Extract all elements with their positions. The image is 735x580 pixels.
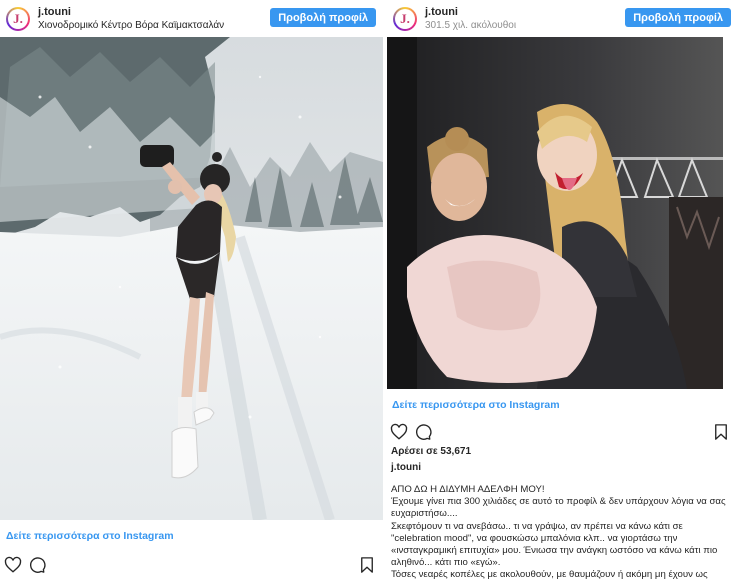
username-link[interactable]: j.touni bbox=[425, 6, 516, 19]
bookmark-icon[interactable] bbox=[358, 556, 376, 574]
action-bar bbox=[390, 423, 730, 443]
avatar-letter: J. bbox=[395, 8, 415, 29]
heart-icon[interactable] bbox=[390, 423, 408, 441]
avatar[interactable]: J. bbox=[6, 6, 30, 31]
action-bar bbox=[4, 556, 376, 576]
caption-line: Τόσες νεαρές κοπέλες με ακολουθούν, με θ… bbox=[391, 569, 708, 580]
view-profile-button[interactable]: Προβολή προφίλ bbox=[625, 8, 731, 27]
view-more-on-instagram-link[interactable]: Δείτε περισσότερα στο Instagram bbox=[392, 399, 560, 411]
comment-icon[interactable] bbox=[414, 423, 432, 441]
caption-line: Σκεφτόμουν τι να ανεβάσω.. τι να γράψω, … bbox=[391, 520, 718, 569]
caption-line: Έχουμε γίνει πια 300 χιλιάδες σε αυτό το… bbox=[391, 496, 726, 520]
instagram-embed-left: J. j.touni Χιονοδρομικό Κέντρο Βόρα Καϊμ… bbox=[0, 0, 383, 580]
two-women-closet-photo bbox=[387, 37, 723, 389]
post-photo[interactable] bbox=[0, 37, 383, 520]
post-header: J. j.touni Χιονοδρομικό Κέντρο Βόρα Καϊμ… bbox=[0, 0, 383, 37]
snowy-forest-road-photo bbox=[0, 37, 383, 520]
post-header: J. j.touni 301.5 χιλ. ακόλουθοι Προβολή … bbox=[387, 0, 735, 37]
view-profile-button[interactable]: Προβολή προφίλ bbox=[270, 8, 376, 27]
caption-text: ΑΠΟ ΔΩ Η ΔΙΔΥΜΗ ΑΔΕΛΦΗ ΜΟΥ! Έχουμε γίνει… bbox=[391, 484, 731, 580]
caption-line: ΑΠΟ ΔΩ Η ΔΙΔΥΜΗ ΑΔΕΛΦΗ ΜΟΥ! bbox=[391, 484, 545, 495]
post-photo[interactable] bbox=[387, 37, 723, 389]
caption-username[interactable]: j.touni bbox=[391, 462, 421, 473]
bookmark-icon[interactable] bbox=[712, 423, 730, 441]
username-link[interactable]: j.touni bbox=[38, 6, 224, 19]
like-count[interactable]: Αρέσει σε 53,671 bbox=[391, 446, 471, 457]
comment-icon[interactable] bbox=[28, 556, 46, 574]
location-link[interactable]: Χιονοδρομικό Κέντρο Βόρα Καϊμακτσαλάν bbox=[38, 19, 224, 32]
view-more-on-instagram-link[interactable]: Δείτε περισσότερα στο Instagram bbox=[6, 530, 174, 542]
header-text: j.touni Χιονοδρομικό Κέντρο Βόρα Καϊμακτ… bbox=[38, 6, 224, 32]
avatar[interactable]: J. bbox=[393, 6, 417, 31]
header-text: j.touni 301.5 χιλ. ακόλουθοι bbox=[425, 6, 516, 32]
follower-count: 301.5 χιλ. ακόλουθοι bbox=[425, 19, 517, 31]
instagram-embed-right: J. j.touni 301.5 χιλ. ακόλουθοι Προβολή … bbox=[387, 0, 735, 580]
avatar-letter: J. bbox=[8, 8, 28, 29]
heart-icon[interactable] bbox=[4, 556, 22, 574]
